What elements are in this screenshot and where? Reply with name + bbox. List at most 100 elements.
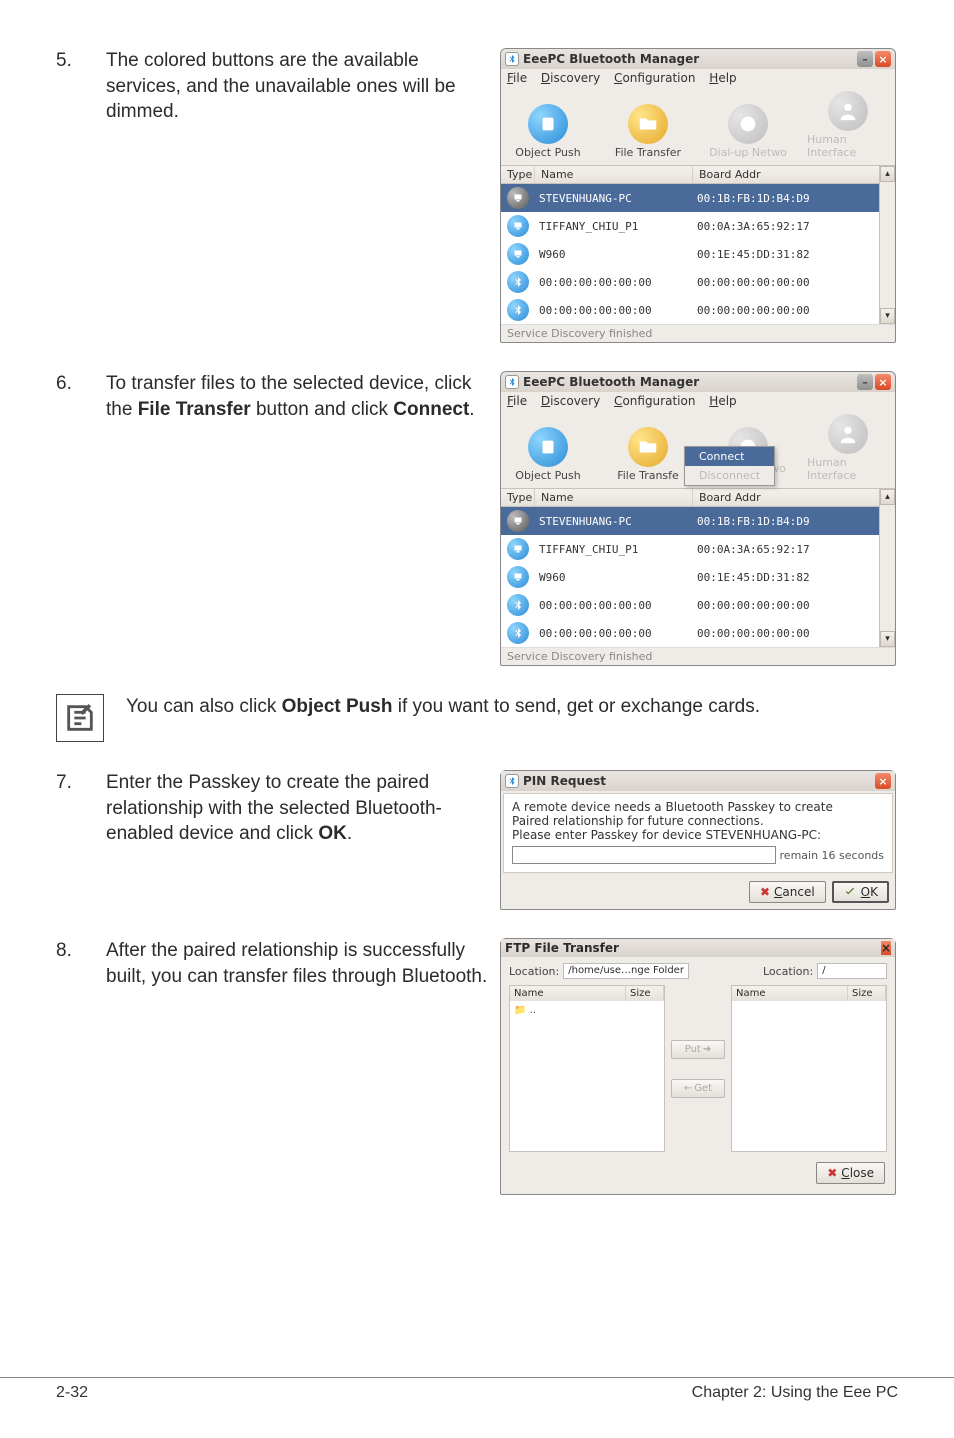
hid-button: Human Interface [807, 91, 889, 159]
bluetooth-icon [505, 375, 519, 389]
menu-help[interactable]: Help [709, 394, 736, 408]
close-button[interactable]: × [875, 51, 891, 67]
statusbar: Service Discovery finished [501, 647, 895, 665]
object-push-button[interactable]: Object Push [507, 427, 589, 482]
cancel-button: ✖ Cancel [749, 881, 826, 903]
menubar: File Discovery Configuration Help [501, 392, 895, 410]
list-item[interactable]: 00:00:00:00:00:00 00:00:00:00:00:00 [501, 268, 895, 296]
context-menu: Connect Disconnect [684, 446, 775, 486]
local-pane[interactable]: NameSize 📁 .. [509, 985, 665, 1152]
passkey-input[interactable] [512, 846, 776, 864]
pc-icon [507, 187, 529, 209]
remote-pane[interactable]: NameSize [731, 985, 887, 1152]
step-text: The colored buttons are the available se… [106, 48, 500, 125]
window-title: PIN Request [523, 774, 606, 788]
statusbar: Service Discovery finished [501, 324, 895, 342]
countdown-label: remain 16 seconds [780, 849, 884, 862]
pc-icon [507, 215, 529, 237]
file-transfer-button[interactable]: File Transfer [607, 104, 689, 159]
menubar: File Discovery Configuration Help [501, 69, 895, 87]
step-text: To transfer files to the selected device… [106, 371, 500, 422]
list-header: Type Name Board Addr [501, 166, 895, 184]
window-title: FTP File Transfer [505, 941, 619, 955]
step-text: After the paired relationship is success… [106, 938, 500, 989]
list-item[interactable]: 00:00:00:00:00:00 00:00:00:00:00:00 [501, 591, 895, 619]
step-number: 7. [56, 770, 106, 796]
step-number: 6. [56, 371, 106, 397]
page-footer: 2-32 Chapter 2: Using the Eee PC [0, 1377, 954, 1402]
get-button[interactable]: ←Get [671, 1079, 725, 1098]
pc-icon [507, 510, 529, 532]
list-item[interactable]: TIFFANY_CHIU_P1 00:0A:3A:65:92:17 [501, 212, 895, 240]
scroll-up-button[interactable]: ▴ [880, 489, 895, 505]
close-icon: ✖ [827, 1166, 837, 1180]
location-right[interactable]: / [817, 963, 887, 979]
chapter-title: Chapter 2: Using the Eee PC [692, 1384, 898, 1402]
bluetooth-icon [505, 774, 519, 788]
pc-icon [507, 243, 529, 265]
list-item[interactable]: W960 00:1E:45:DD:31:82 [501, 240, 895, 268]
pc-icon [507, 538, 529, 560]
list-item[interactable]: W960 00:1E:45:DD:31:82 [501, 563, 895, 591]
menu-configuration[interactable]: Configuration [614, 71, 695, 85]
list-item[interactable]: TIFFANY_CHIU_P1 00:0A:3A:65:92:17 [501, 535, 895, 563]
object-push-button[interactable]: Object Push [507, 104, 589, 159]
close-dialog-button[interactable]: ✖ Close [816, 1162, 885, 1184]
hid-button: Human Interface [807, 414, 889, 482]
menu-connect[interactable]: Connect [685, 447, 774, 466]
step-text: Enter the Passkey to create the paired r… [106, 770, 500, 847]
scroll-down-button[interactable]: ▾ [880, 308, 895, 324]
window-title: EeePC Bluetooth Manager [523, 375, 699, 389]
close-button[interactable]: × [875, 773, 891, 789]
menu-disconnect: Disconnect [685, 466, 774, 485]
pc-icon [507, 566, 529, 588]
scroll-down-button[interactable]: ▾ [880, 631, 895, 647]
bluetooth-icon [507, 271, 529, 293]
menu-discovery[interactable]: Discovery [541, 71, 600, 85]
menu-file[interactable]: File [507, 394, 527, 408]
bluetooth-manager-window: EeePC Bluetooth Manager – × File Discove… [500, 371, 896, 666]
dialog-text: A remote device needs a Bluetooth Passke… [512, 800, 884, 814]
put-button[interactable]: Put➔ [671, 1040, 725, 1059]
scrollbar[interactable]: ▴ ▾ [879, 166, 895, 324]
minimize-button[interactable]: – [857, 51, 873, 67]
ok-button[interactable]: OK [832, 881, 889, 903]
note-box: You can also click Object Push if you wa… [56, 694, 898, 742]
file-transfer-button[interactable]: File Transfe [607, 427, 689, 482]
scroll-up-button[interactable]: ▴ [880, 166, 895, 182]
dialog-text: Please enter Passkey for device STEVENHU… [512, 828, 884, 842]
list-header: Type Name Board Addr [501, 489, 895, 507]
close-button[interactable]: × [875, 374, 891, 390]
folder-up-label[interactable]: .. [530, 1005, 536, 1016]
arrow-right-icon: ➔ [703, 1044, 711, 1055]
ftp-transfer-window: FTP File Transfer × Location: /home/use…… [500, 938, 896, 1195]
bluetooth-icon [505, 52, 519, 66]
page-number: 2-32 [56, 1384, 88, 1402]
list-item[interactable]: 00:00:00:00:00:00 00:00:00:00:00:00 [501, 296, 895, 324]
menu-configuration[interactable]: Configuration [614, 394, 695, 408]
window-title: EeePC Bluetooth Manager [523, 52, 699, 66]
location-left: /home/use…nge Folder [563, 963, 689, 979]
menu-help[interactable]: Help [709, 71, 736, 85]
minimize-button[interactable]: – [857, 374, 873, 390]
close-button[interactable]: × [881, 941, 891, 955]
step-number: 5. [56, 48, 106, 74]
cancel-icon: ✖ [760, 885, 770, 899]
list-item[interactable]: STEVENHUANG-PC 00:1B:FB:1D:B4:D9 [501, 507, 895, 535]
bluetooth-icon [507, 622, 529, 644]
arrow-left-icon: ← [684, 1083, 692, 1094]
note-icon [56, 694, 104, 742]
location-label: Location: [509, 965, 559, 978]
location-label: Location: [763, 965, 813, 978]
pin-request-dialog: PIN Request × A remote device needs a Bl… [500, 770, 896, 910]
menu-file[interactable]: File [507, 71, 527, 85]
list-item[interactable]: 00:00:00:00:00:00 00:00:00:00:00:00 [501, 619, 895, 647]
folder-up-icon[interactable]: 📁 [514, 1005, 526, 1016]
dialup-button: Dial-up Netwo [707, 104, 789, 159]
menu-discovery[interactable]: Discovery [541, 394, 600, 408]
bluetooth-icon [507, 594, 529, 616]
bluetooth-icon [507, 299, 529, 321]
dialog-text: Paired relationship for future connectio… [512, 814, 884, 828]
list-item[interactable]: STEVENHUANG-PC 00:1B:FB:1D:B4:D9 [501, 184, 895, 212]
scrollbar[interactable]: ▴ ▾ [879, 489, 895, 647]
